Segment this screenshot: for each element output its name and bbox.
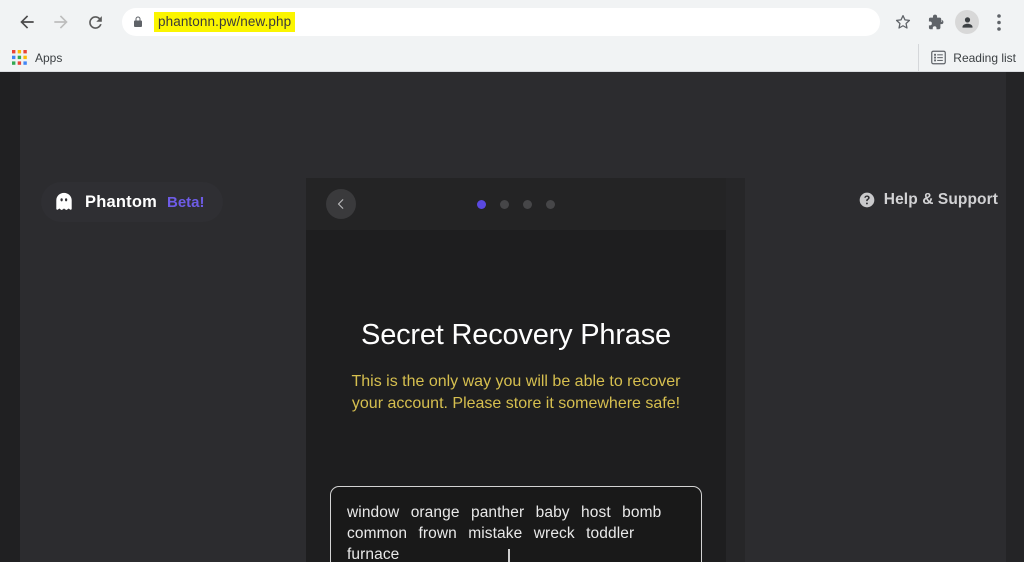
- arrow-right-icon: [54, 15, 68, 29]
- apps-label: Apps: [35, 50, 63, 65]
- page-title: Secret Recovery Phrase: [361, 319, 671, 351]
- help-support-link[interactable]: Help & Support: [859, 191, 998, 209]
- reload-icon: [88, 15, 102, 29]
- arrow-left-icon: [20, 15, 34, 29]
- step-dot-1[interactable]: [477, 199, 486, 209]
- profile-avatar-icon: [955, 10, 979, 34]
- browser-toolbar: phantonn.pw/new.php: [0, 0, 1024, 44]
- address-bar[interactable]: phantonn.pw/new.php: [122, 8, 880, 36]
- forward-button[interactable]: [44, 5, 78, 39]
- step-dot-4[interactable]: [546, 199, 555, 209]
- modal-header: [306, 178, 726, 230]
- extensions-puzzle-icon: [928, 14, 943, 29]
- step-dot-3[interactable]: [523, 199, 532, 209]
- modal-right-edge: [726, 178, 745, 562]
- help-support-label: Help & Support: [883, 191, 998, 208]
- extensions-button[interactable]: [920, 7, 950, 37]
- brand-name: Phantom: [85, 192, 157, 211]
- browser-chrome: phantonn.pw/new.php Apps Reading list: [0, 0, 1024, 72]
- question-circle-icon: [859, 192, 875, 208]
- apps-grid-icon: [12, 50, 27, 65]
- apps-shortcut[interactable]: Apps: [12, 50, 62, 65]
- step-dot-2[interactable]: [500, 199, 509, 209]
- reading-list-label: Reading list: [953, 50, 1016, 65]
- chrome-menu-button[interactable]: [984, 7, 1014, 37]
- onboarding-modal: Secret Recovery Phrase This is the only …: [306, 178, 726, 562]
- phantom-wallet-page: Phantom Beta! Help & Support Secret Reco…: [0, 72, 1024, 562]
- bookmark-star-button[interactable]: [888, 7, 918, 37]
- bookmarks-bar: Apps Reading list: [0, 44, 1024, 72]
- reload-button[interactable]: [78, 5, 112, 39]
- step-indicator: [306, 178, 726, 230]
- chrome-menu-icon: [997, 13, 1001, 31]
- reading-list-button[interactable]: Reading list: [918, 44, 1016, 71]
- profile-button[interactable]: [952, 7, 982, 37]
- ghost-icon: [56, 192, 72, 210]
- recovery-phrase-words: window orange panther baby host bomb com…: [347, 504, 662, 562]
- recovery-phrase-box[interactable]: window orange panther baby host bomb com…: [330, 486, 702, 562]
- text-cursor: [508, 549, 510, 562]
- brand-beta-badge: Beta!: [166, 193, 205, 211]
- url-text: phantonn.pw/new.php: [154, 12, 296, 32]
- left-edge-bar: [0, 72, 20, 562]
- back-button[interactable]: [10, 5, 44, 39]
- modal-body: Secret Recovery Phrase This is the only …: [306, 230, 726, 562]
- reading-list-icon: [931, 50, 947, 65]
- warning-text: This is the only way you will be able to…: [351, 373, 681, 412]
- lock-icon: [132, 15, 144, 29]
- right-edge-bar: [1006, 72, 1024, 562]
- bookmark-star-icon: [895, 14, 911, 29]
- phantom-brand[interactable]: Phantom Beta!: [41, 182, 223, 222]
